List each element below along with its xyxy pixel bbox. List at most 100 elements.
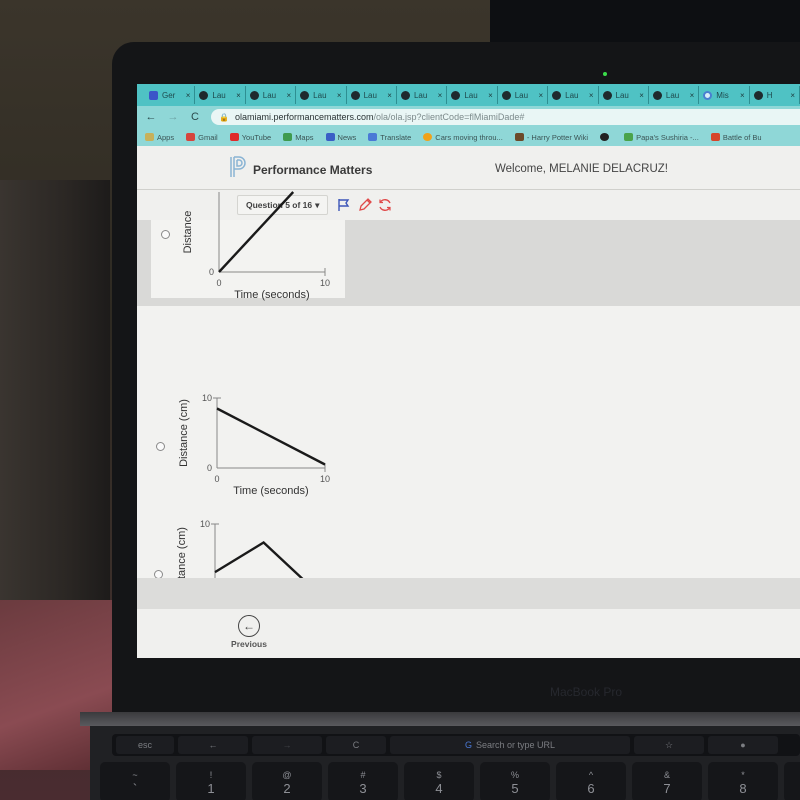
close-tab-icon[interactable]: × [740,91,745,100]
browser-tab[interactable]: Lau × [548,86,599,104]
youtube-icon [229,133,239,141]
macbook-label: MacBook Pro [550,685,623,699]
apps-grid-icon [145,133,154,141]
browser-tab[interactable]: Ger × [145,86,196,104]
browser-tab[interactable]: Lau × [498,86,549,104]
laptop-hinge [80,712,800,726]
bookmark-label: Gmail [198,132,218,142]
game-icon [624,133,634,141]
performance-matters-logo-icon [230,156,246,177]
keyboard-key[interactable]: ~ ` [100,762,170,800]
browser-tab[interactable]: Mis × [699,86,750,104]
reset-icon[interactable] [378,198,392,212]
camera-indicator [603,72,607,76]
tab-title: Lau [514,90,529,100]
key-symbol: 2 [283,781,291,796]
bookmarks-bar: Apps Gmail YouTube Maps News Translate Cars mo… [137,128,800,146]
back-button[interactable]: ← [145,111,157,123]
browser-tab[interactable]: Lau × [296,86,347,104]
tab-title: Lau [665,90,680,100]
touchbar-forward-button[interactable]: → [252,736,322,754]
close-tab-icon[interactable]: × [337,91,342,100]
bookmark-item[interactable]: Apps [145,133,174,142]
answer-radio-1[interactable] [161,230,170,239]
touchbar-search-field[interactable]: G Search or type URL [390,736,630,754]
keyboard-key[interactable]: (9 [784,762,800,800]
close-tab-icon[interactable]: × [287,91,292,100]
bookmark-item[interactable] [600,133,612,141]
browser-tab[interactable]: Lau × [649,86,700,104]
close-tab-icon[interactable]: × [639,91,644,100]
browser-tab[interactable]: Lau × [447,86,498,104]
browser-tab[interactable]: Lau × [195,86,246,104]
keyboard-key[interactable]: & 7 [632,762,702,800]
close-tab-icon[interactable]: × [488,91,493,100]
x-tick-label: 10 [320,278,330,288]
touchbar-back-button[interactable]: ← [178,736,248,754]
close-tab-icon[interactable]: × [538,91,543,100]
y-tick-label: 0 [209,267,214,277]
graph-svg: 0 10 0 10 Time (seconds) Distance (cm) [178,393,330,497]
browser-tab[interactable]: H × [750,86,800,104]
bookmark-item[interactable]: Papa's Sushiria -... [624,133,699,142]
key-symbol: 6 [587,781,595,796]
close-tab-icon[interactable]: × [690,91,695,100]
bookmark-item[interactable]: Gmail [186,133,218,142]
keyboard-key[interactable]: #3 [328,762,398,800]
globe-icon [249,90,259,100]
browser-tab[interactable]: Lau × [599,86,649,104]
close-tab-icon[interactable]: × [438,91,443,100]
bookmark-item[interactable]: YouTube [229,132,272,142]
address-bar-row: ← → C 🔒 olamiami.performancematters.com/… [137,106,800,128]
x-tick-label: 0 [216,278,221,288]
chevron-down-icon: ▾ [315,199,320,210]
browser-tab[interactable]: Lau × [347,86,397,104]
key-symbol: 7 [663,781,671,796]
keyboard-key[interactable]: % 5 [480,762,550,800]
keyboard-key[interactable]: ! 1 [176,762,246,800]
touchbar-search-label: Search or type URL [475,740,556,750]
reload-button[interactable]: C [189,111,201,123]
close-tab-icon[interactable]: × [790,91,795,100]
gmail-icon [186,133,196,141]
tab-title: Lau [262,90,277,100]
touchbar-star-button[interactable]: ☆ [634,736,704,754]
keyboard-key[interactable]: @2 [252,762,322,800]
key-symbol: 9 [784,782,800,795]
answer-radio-2[interactable] [156,442,165,451]
close-tab-icon[interactable]: × [236,91,241,100]
forward-button[interactable]: → [167,111,179,123]
touchbar-reload-button[interactable]: C [326,736,386,754]
globe-icon [451,90,461,100]
close-tab-icon[interactable]: × [589,91,594,100]
y-tick-label: 0 [207,463,212,473]
browser-tab[interactable]: Lau × [397,86,448,104]
url-input[interactable]: 🔒 olamiami.performancematters.com/ola/ol… [211,109,800,125]
pencil-icon[interactable] [358,198,372,212]
browser-tab[interactable]: Lau × [246,86,297,104]
touchbar-extension-button[interactable]: ● [708,736,778,754]
bookmark-item[interactable]: Maps [283,133,314,142]
bookmark-label: YouTube [241,132,272,142]
brand-name: Performance Matters [253,163,373,177]
keyboard-key[interactable]: $4 [404,762,474,800]
close-tab-icon[interactable]: × [186,91,191,100]
esc-key[interactable]: esc [116,736,174,754]
dot-icon [423,133,433,141]
bookmark-item[interactable]: Battle of Bu [710,133,762,142]
previous-button[interactable]: ← Previous [227,615,271,655]
tab-title: Lau [615,90,629,100]
tab-title: Lau [464,90,478,100]
bookmark-label: Apps [157,132,175,142]
tab-title: H [766,90,773,100]
tab-title: Lau [413,90,428,100]
bookmark-item[interactable]: Translate [368,133,411,142]
x-tick-label: 0 [214,474,219,484]
keyboard-key[interactable]: * 8 [708,762,778,800]
close-tab-icon[interactable]: × [387,91,392,100]
bookmark-item[interactable]: - Harry Potter Wiki [514,133,588,142]
keyboard-key[interactable]: ^ 6 [556,762,626,800]
bookmark-item[interactable]: Cars moving throu... [423,133,503,142]
bookmark-item[interactable]: News [325,133,356,142]
tab-title: Ger [162,90,176,100]
